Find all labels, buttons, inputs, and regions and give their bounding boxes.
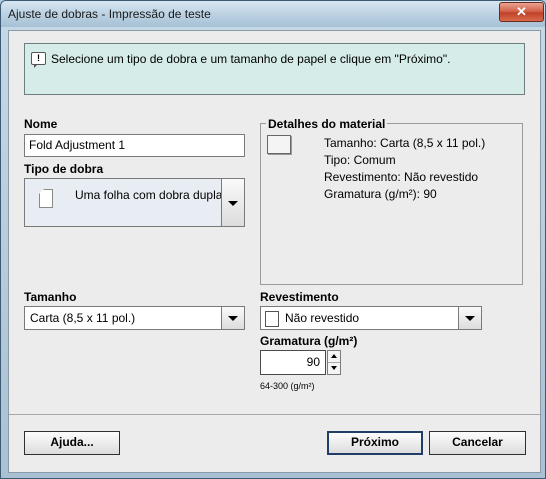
coating-label: Revestimento — [260, 290, 339, 304]
material-type: Tipo: Comum — [324, 153, 396, 167]
spin-down-icon[interactable] — [328, 363, 340, 374]
weight-range-hint: 64-300 (g/m²) — [260, 381, 315, 391]
material-size: Tamanho: Carta (8,5 x 11 pol.) — [324, 136, 486, 150]
footer-divider — [9, 414, 540, 415]
weight-spin-buttons[interactable] — [327, 350, 341, 375]
dialog-window: Ajuste de dobras - Impressão de teste ✕ … — [0, 0, 546, 479]
chevron-down-icon[interactable] — [221, 179, 244, 226]
dialog-body: ! Selecione um tipo de dobra e um tamanh… — [8, 30, 541, 473]
coating-swatch-icon — [265, 311, 279, 327]
info-icon: ! — [31, 52, 46, 68]
spin-up-icon[interactable] — [328, 351, 340, 363]
coating-value: Não revestido — [285, 311, 360, 325]
name-input[interactable]: Fold Adjustment 1 — [24, 134, 245, 157]
fold-type-select[interactable]: Uma folha com dobra dupla — [24, 178, 245, 227]
coating-select[interactable]: Não revestido — [260, 306, 482, 330]
weight-label: Gramatura (g/m²) — [260, 334, 358, 348]
chevron-down-icon[interactable] — [458, 307, 481, 329]
help-button[interactable]: Ajuda... — [24, 431, 120, 455]
material-swatch-icon — [267, 135, 291, 154]
material-coating: Revestimento: Não revestido — [324, 170, 479, 184]
close-button[interactable]: ✕ — [499, 2, 544, 22]
info-message: Selecione um tipo de dobra e um tamanho … — [51, 52, 451, 66]
title-bar[interactable]: Ajuste de dobras - Impressão de teste ✕ — [1, 1, 545, 27]
material-details-title: Detalhes do material — [266, 117, 388, 131]
size-value: Carta (8,5 x 11 pol.) — [30, 311, 136, 325]
fold-type-label: Tipo de dobra — [24, 162, 104, 176]
info-banner: ! Selecione um tipo de dobra e um tamanh… — [24, 43, 525, 95]
weight-stepper[interactable]: 90 — [260, 350, 343, 375]
next-button[interactable]: Próximo — [327, 431, 423, 455]
size-label: Tamanho — [24, 290, 77, 304]
window-title: Ajuste de dobras - Impressão de teste — [8, 7, 211, 21]
cancel-button[interactable]: Cancelar — [429, 431, 526, 455]
name-label: Nome — [24, 117, 58, 131]
weight-input[interactable]: 90 — [260, 350, 326, 375]
folded-sheet-icon — [39, 189, 53, 208]
material-details-group: Tamanho: Carta (8,5 x 11 pol.) Tipo: Com… — [260, 123, 523, 285]
material-weight: Gramatura (g/m²): 90 — [324, 187, 437, 201]
chevron-down-icon[interactable] — [221, 307, 244, 329]
fold-type-value: Uma folha com dobra dupla — [75, 188, 223, 202]
size-select[interactable]: Carta (8,5 x 11 pol.) — [24, 306, 245, 330]
